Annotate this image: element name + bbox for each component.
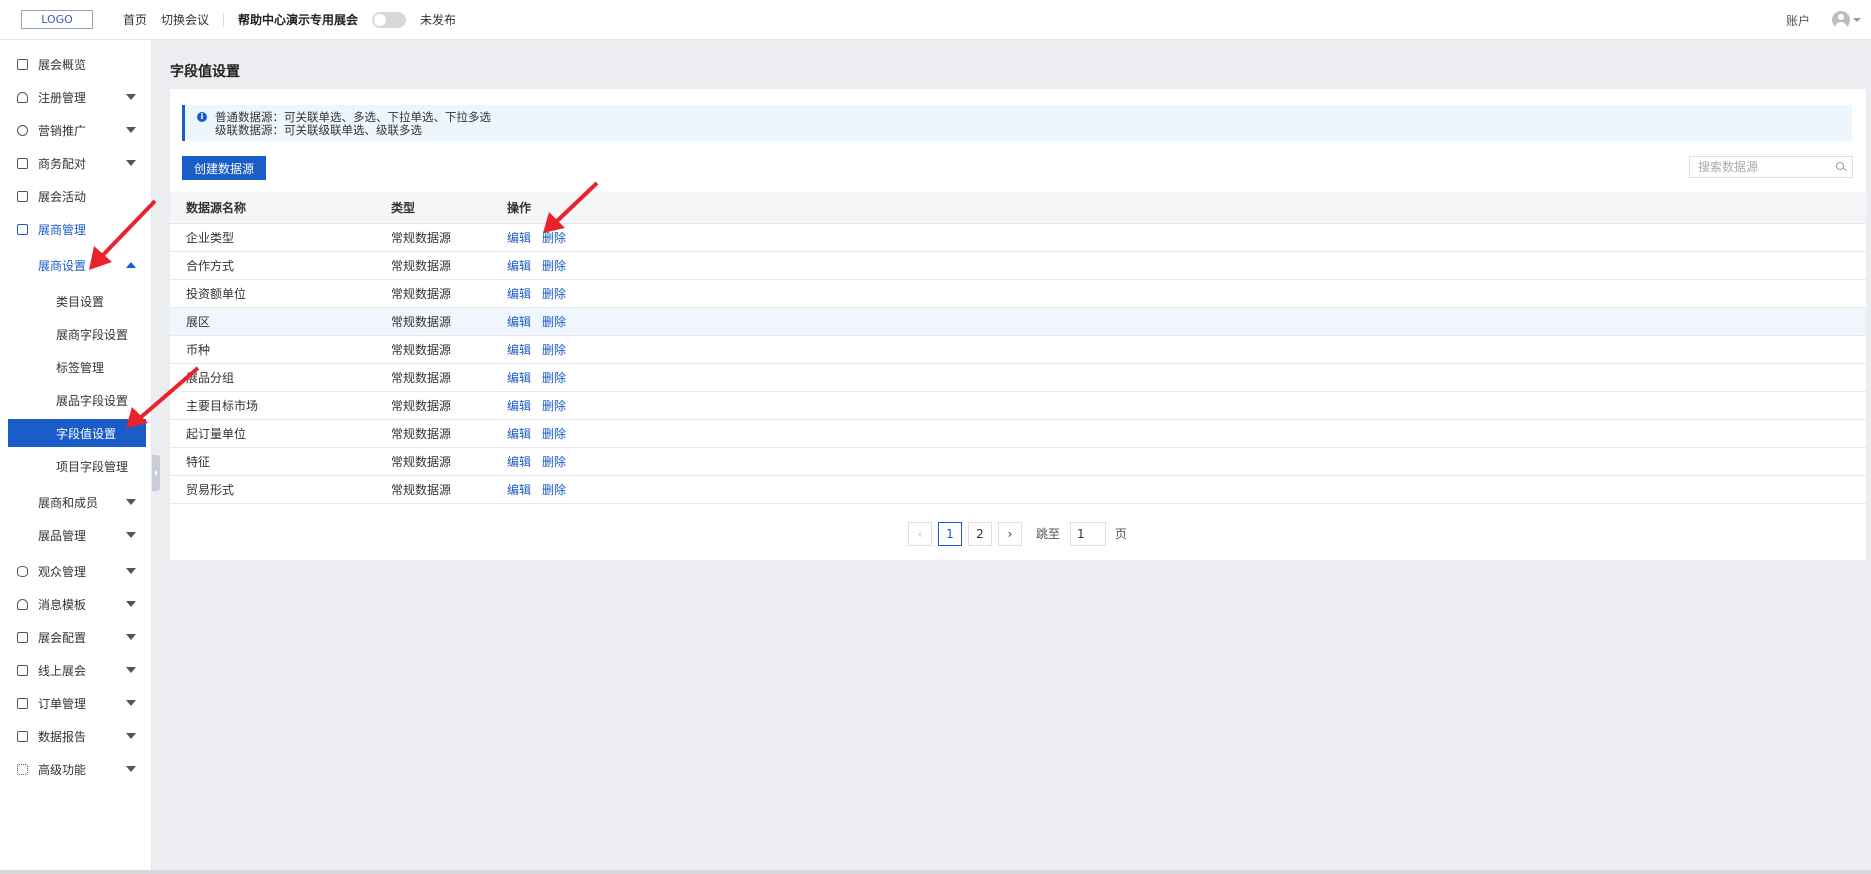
arrow-exhibitor-settings	[89, 199, 157, 270]
annotation-arrows	[89, 181, 599, 428]
bottom-border	[0, 870, 1871, 874]
arrow-field-value-settings	[126, 366, 200, 428]
arrow-edit-action	[543, 181, 599, 233]
